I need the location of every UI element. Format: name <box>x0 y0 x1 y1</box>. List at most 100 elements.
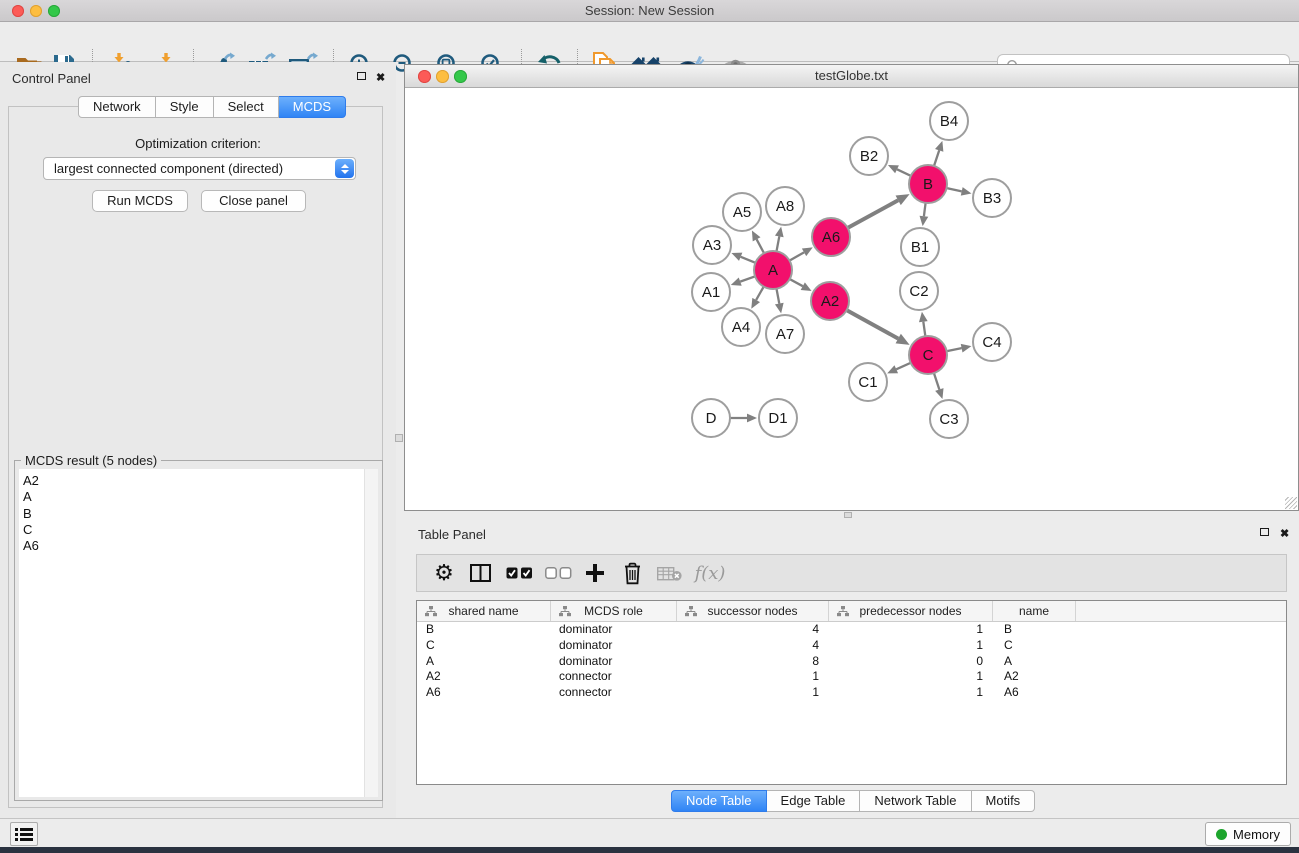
graph-node-D[interactable]: D <box>692 399 730 437</box>
graph-node-C2[interactable]: C2 <box>900 272 938 310</box>
graph-node-C3[interactable]: C3 <box>930 400 968 438</box>
graph-node-A8[interactable]: A8 <box>766 187 804 225</box>
network-window-titlebar[interactable]: testGlobe.txt <box>405 65 1298 88</box>
result-item-a6[interactable]: A6 <box>23 538 378 554</box>
graph-node-B4[interactable]: B4 <box>930 102 968 140</box>
delete-table-icon[interactable] <box>653 555 685 591</box>
graph-node-B3[interactable]: B3 <box>973 179 1011 217</box>
table-row[interactable]: A6connector11A6 <box>417 685 1286 701</box>
table-cell[interactable]: 1 <box>677 669 829 685</box>
column-chooser-icon[interactable] <box>465 555 495 591</box>
graph-node-A4[interactable]: A4 <box>722 308 760 346</box>
graph-node-C[interactable]: C <box>909 336 947 374</box>
function-builder-icon[interactable]: f(x) <box>689 555 731 591</box>
network-minimize-button[interactable] <box>436 70 449 83</box>
table-cell[interactable]: 0 <box>829 654 993 670</box>
table-cell[interactable]: 8 <box>677 654 829 670</box>
tab-select[interactable]: Select <box>214 96 279 118</box>
table-cell[interactable]: 1 <box>677 685 829 701</box>
maximize-window-button[interactable] <box>48 5 60 17</box>
close-table-panel-icon[interactable]: ✖ <box>1280 529 1289 540</box>
table-row[interactable]: Bdominator41B <box>417 622 1286 638</box>
vertical-splitter-handle[interactable] <box>395 434 403 442</box>
add-column-icon[interactable] <box>580 555 610 591</box>
table-cell[interactable]: dominator <box>551 654 677 670</box>
close-window-button[interactable] <box>12 5 24 17</box>
table-cell[interactable]: 1 <box>829 685 993 701</box>
run-mcds-button[interactable]: Run MCDS <box>92 190 188 212</box>
graph-node-B[interactable]: B <box>909 165 947 203</box>
table-cell[interactable]: A2 <box>417 669 551 685</box>
delete-column-trash-icon[interactable] <box>617 555 647 591</box>
graph-node-B2[interactable]: B2 <box>850 137 888 175</box>
scrollbar-track[interactable] <box>364 469 378 797</box>
graph-node-A5[interactable]: A5 <box>723 193 761 231</box>
result-item-a[interactable]: A <box>23 489 378 505</box>
column-header-mcds-role[interactable]: MCDS role <box>551 601 677 621</box>
close-panel-button[interactable]: Close panel <box>201 190 306 212</box>
table-cell[interactable]: A2 <box>993 669 1076 685</box>
mcds-result-list[interactable]: A2ABCA6 <box>19 469 378 797</box>
table-cell[interactable]: 4 <box>677 622 829 638</box>
table-cell[interactable]: connector <box>551 669 677 685</box>
column-header-shared-name[interactable]: shared name <box>417 601 551 621</box>
graph-node-B1[interactable]: B1 <box>901 228 939 266</box>
table-cell[interactable]: connector <box>551 685 677 701</box>
table-cell[interactable]: dominator <box>551 638 677 654</box>
graph-node-A1[interactable]: A1 <box>692 273 730 311</box>
table-row[interactable]: A2connector11A2 <box>417 669 1286 685</box>
minimize-window-button[interactable] <box>30 5 42 17</box>
graph-node-D1[interactable]: D1 <box>759 399 797 437</box>
memory-button[interactable]: Memory <box>1205 822 1291 846</box>
table-cell[interactable]: B <box>993 622 1076 638</box>
graph-node-A7[interactable]: A7 <box>766 315 804 353</box>
result-item-c[interactable]: C <box>23 522 378 538</box>
float-table-panel-icon[interactable] <box>1260 528 1269 536</box>
table-cell[interactable]: 1 <box>829 669 993 685</box>
table-cell[interactable]: B <box>417 622 551 638</box>
table-row[interactable]: Cdominator41C <box>417 638 1286 654</box>
network-close-button[interactable] <box>418 70 431 83</box>
graph-node-A6[interactable]: A6 <box>812 218 850 256</box>
table-cell[interactable]: dominator <box>551 622 677 638</box>
table-tab-motifs[interactable]: Motifs <box>972 790 1036 812</box>
select-all-icon[interactable] <box>502 555 536 591</box>
table-cell[interactable]: C <box>993 638 1076 654</box>
column-header-predecessor-nodes[interactable]: predecessor nodes <box>829 601 993 621</box>
optimization-criterion-dropdown[interactable]: largest connected component (directed) <box>43 157 356 180</box>
task-history-button[interactable] <box>10 822 38 846</box>
table-tab-node-table[interactable]: Node Table <box>671 790 767 812</box>
float-panel-icon[interactable] <box>357 72 366 80</box>
column-header-name[interactable]: name <box>993 601 1076 621</box>
graph-node-A2[interactable]: A2 <box>811 282 849 320</box>
graph-node-C1[interactable]: C1 <box>849 363 887 401</box>
column-header-successor-nodes[interactable]: successor nodes <box>677 601 829 621</box>
resize-grip-icon[interactable] <box>1285 497 1297 509</box>
table-row[interactable]: Adominator80A <box>417 654 1286 670</box>
graph-node-C4[interactable]: C4 <box>973 323 1011 361</box>
tab-mcds[interactable]: MCDS <box>279 96 346 118</box>
network-maximize-button[interactable] <box>454 70 467 83</box>
table-cell[interactable]: C <box>417 638 551 654</box>
network-canvas[interactable]: B4 B2 B B3 B1 A5A8 A3 A6 A A1 A2 C2 A4A7 C C4 C1 C3 D D1 <box>405 88 1298 510</box>
deselect-all-icon[interactable] <box>541 555 575 591</box>
table-cell[interactable]: A <box>417 654 551 670</box>
table-cell[interactable]: 1 <box>829 622 993 638</box>
table-cell[interactable]: A6 <box>417 685 551 701</box>
memory-label: Memory <box>1233 827 1280 842</box>
table-cell[interactable]: 4 <box>677 638 829 654</box>
column-header-label: MCDS role <box>584 604 643 618</box>
table-cell[interactable]: A <box>993 654 1076 670</box>
table-cell[interactable]: 1 <box>829 638 993 654</box>
table-tab-network-table[interactable]: Network Table <box>860 790 971 812</box>
settings-gear-icon[interactable]: ⚙ <box>429 555 459 591</box>
table-cell[interactable]: A6 <box>993 685 1076 701</box>
tab-style[interactable]: Style <box>156 96 214 118</box>
result-item-b[interactable]: B <box>23 506 378 522</box>
graph-node-A[interactable]: A <box>754 251 792 289</box>
graph-node-A3[interactable]: A3 <box>693 226 731 264</box>
close-panel-icon[interactable]: ✖ <box>376 73 385 84</box>
result-item-a2[interactable]: A2 <box>23 473 378 489</box>
tab-network[interactable]: Network <box>78 96 156 118</box>
table-tab-edge-table[interactable]: Edge Table <box>767 790 861 812</box>
